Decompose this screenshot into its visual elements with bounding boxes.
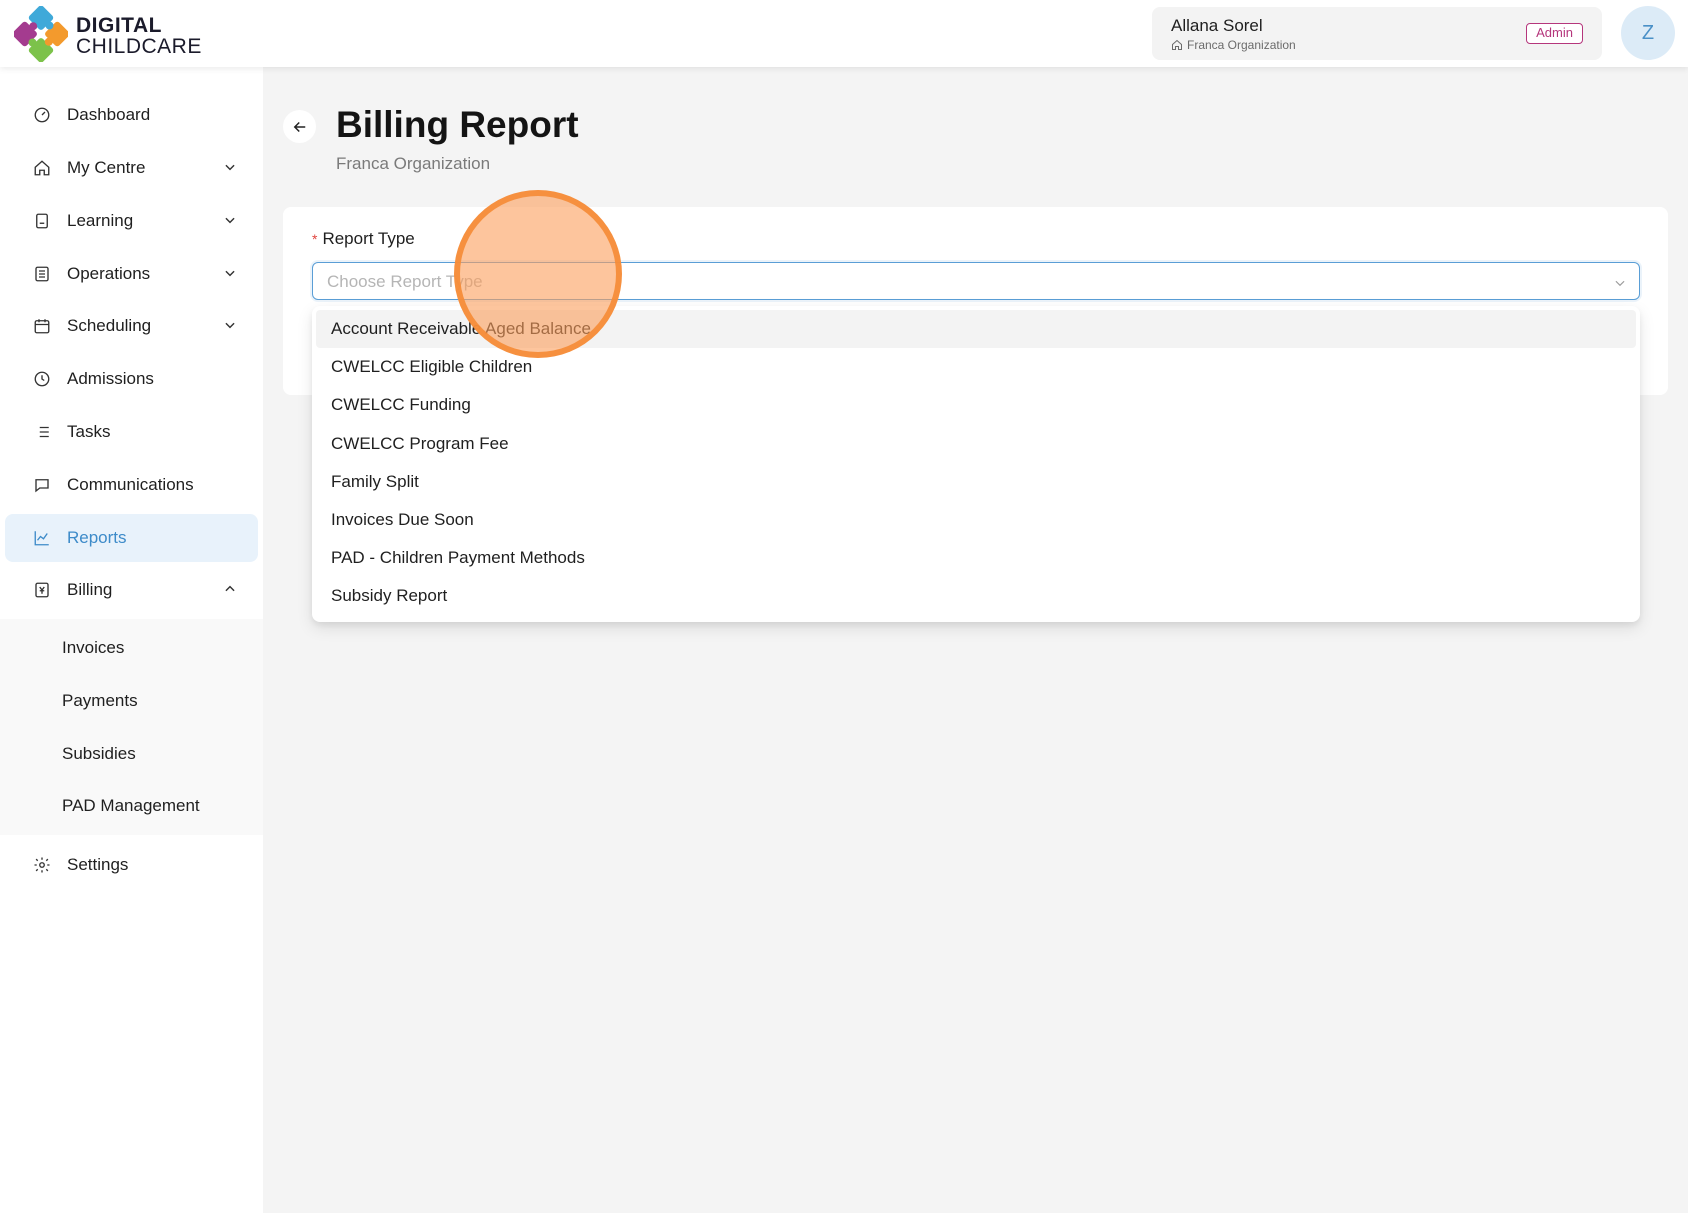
chart-icon <box>34 531 49 546</box>
dashboard-icon <box>34 107 50 123</box>
sidebar-item-tasks[interactable]: Tasks <box>5 408 258 456</box>
chevron-up-icon <box>225 585 235 592</box>
dropdown-option[interactable]: PAD - Children Payment Methods <box>316 539 1636 577</box>
sidebar-item-label: Operations <box>67 264 151 283</box>
sidebar-item-dashboard[interactable]: Dashboard <box>5 91 258 139</box>
logo-text-childcare: CHILDCARE <box>76 35 202 58</box>
logo-text-digital: DIGITAL <box>76 14 162 37</box>
sidebar-item-label: Reports <box>67 528 127 547</box>
sidebar-item-admissions[interactable]: Admissions <box>5 355 258 403</box>
sidebar-item-label: My Centre <box>67 158 146 177</box>
sidebar-item-label: Scheduling <box>67 316 152 335</box>
puzzle-logo-icon <box>14 6 68 62</box>
chevron-down-icon <box>1615 280 1625 287</box>
calendar-icon <box>34 319 50 334</box>
report-type-placeholder: Choose Report Type <box>327 272 483 291</box>
page-subtitle: Franca Organization <box>336 154 491 173</box>
avatar[interactable]: Z <box>1621 6 1675 60</box>
sidebar-item-label: Admissions <box>67 369 154 388</box>
chat-icon <box>35 479 49 493</box>
sidebar-subitem-subsidies[interactable]: Subsidies <box>62 742 136 766</box>
home-icon <box>34 160 50 176</box>
dropdown-option[interactable]: Subsidy Report <box>316 577 1636 615</box>
sidebar-item-reports[interactable]: Reports <box>5 514 258 562</box>
role-badge: Admin <box>1526 23 1583 44</box>
report-type-dropdown: Account Receivable Aged Balance CWELCC E… <box>312 306 1640 622</box>
dropdown-option[interactable]: CWELCC Program Fee <box>316 425 1636 463</box>
billing-icon <box>35 582 49 598</box>
sidebar-subitem-pad-management[interactable]: PAD Management <box>62 794 200 818</box>
report-type-label-text: Report Type <box>322 229 415 248</box>
list-icon <box>35 266 49 282</box>
chevron-down-icon <box>225 217 235 224</box>
sidebar-subitem-invoices[interactable]: Invoices <box>62 636 124 660</box>
user-card[interactable]: Allana Sorel Franca Organization Admin <box>1152 7 1602 60</box>
dropdown-option[interactable]: Family Split <box>316 463 1636 501</box>
book-icon <box>36 213 48 229</box>
sidebar-item-my-centre[interactable]: My Centre <box>5 144 258 192</box>
clock-icon <box>34 371 50 387</box>
sidebar-item-label: Billing <box>67 580 113 599</box>
sidebar-item-settings[interactable]: Settings <box>5 841 258 889</box>
logo[interactable]: DIGITAL CHILDCARE <box>14 6 214 62</box>
sidebar-item-label: Tasks <box>67 422 111 441</box>
sidebar-item-label: Dashboard <box>67 105 151 124</box>
user-org-name: Franca Organization <box>1187 38 1296 52</box>
dropdown-option[interactable]: Invoices Due Soon <box>316 501 1636 539</box>
sidebar-item-operations[interactable]: Operations <box>5 250 258 298</box>
chevron-down-icon <box>225 164 235 171</box>
tasks-icon <box>36 426 49 438</box>
page-title: Billing Report <box>336 104 579 145</box>
gear-icon <box>34 857 50 873</box>
dropdown-option[interactable]: CWELCC Eligible Children <box>316 348 1636 386</box>
arrow-left-icon <box>293 121 305 132</box>
back-button[interactable] <box>283 110 316 143</box>
chevron-down-icon <box>225 322 235 329</box>
sidebar-item-scheduling[interactable]: Scheduling <box>5 302 258 350</box>
sidebar-item-label: Communications <box>67 475 194 494</box>
report-type-select[interactable]: Choose Report Type <box>312 262 1640 300</box>
sidebar: Dashboard My Centre Learning Operations … <box>0 67 263 1213</box>
sidebar-item-billing[interactable]: Billing <box>5 566 258 614</box>
dropdown-option[interactable]: Account Receivable Aged Balance <box>316 310 1636 348</box>
dropdown-option[interactable]: CWELCC Funding <box>316 386 1636 424</box>
user-org: Franca Organization <box>1171 38 1296 52</box>
home-icon <box>1172 39 1182 50</box>
user-name: Allana Sorel <box>1171 16 1263 35</box>
top-bar: DIGITAL CHILDCARE Allana Sorel Franca Or… <box>0 0 1688 67</box>
sidebar-subitem-payments[interactable]: Payments <box>62 689 138 713</box>
required-mark: * <box>312 231 318 247</box>
sidebar-item-learning[interactable]: Learning <box>5 197 258 245</box>
sidebar-item-label: Learning <box>67 211 134 230</box>
chevron-down-icon <box>225 270 235 277</box>
sidebar-item-label: Settings <box>67 855 129 874</box>
report-type-label: * Report Type <box>312 229 415 249</box>
sidebar-item-communications[interactable]: Communications <box>5 461 258 509</box>
